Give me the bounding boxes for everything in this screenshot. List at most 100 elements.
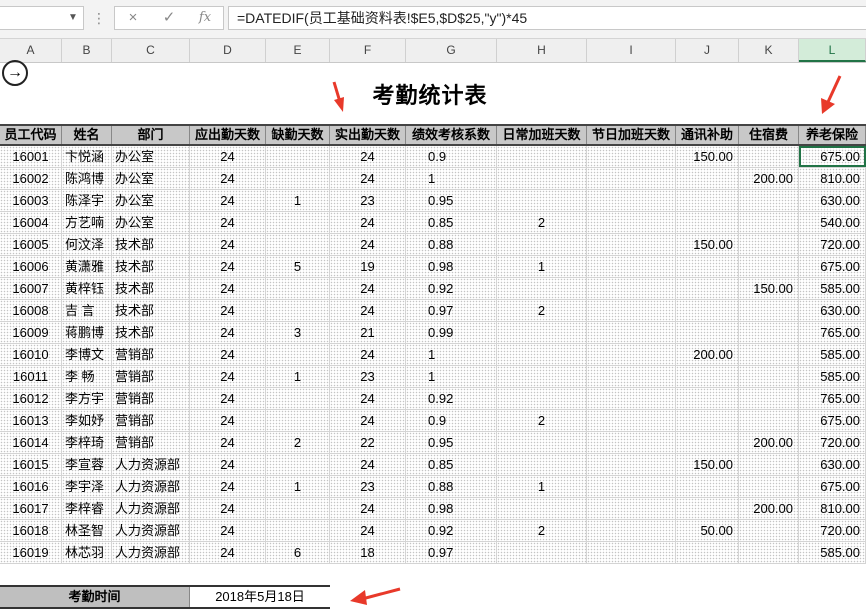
- table-cell[interactable]: 办公室: [112, 212, 190, 233]
- table-cell[interactable]: 0.95: [406, 432, 497, 453]
- table-cell[interactable]: [587, 322, 676, 343]
- table-cell[interactable]: [739, 212, 799, 233]
- table-cell[interactable]: 营销部: [112, 344, 190, 365]
- table-cell[interactable]: [676, 410, 739, 431]
- table-cell[interactable]: 150.00: [676, 146, 739, 167]
- table-cell[interactable]: 22: [330, 432, 406, 453]
- table-cell[interactable]: [739, 234, 799, 255]
- table-cell[interactable]: 24: [190, 168, 266, 189]
- table-cell[interactable]: [676, 366, 739, 387]
- table-cell[interactable]: 办公室: [112, 146, 190, 167]
- table-cell[interactable]: 200.00: [739, 432, 799, 453]
- table-cell[interactable]: [497, 366, 587, 387]
- table-cell[interactable]: 技术部: [112, 278, 190, 299]
- table-cell[interactable]: [266, 278, 330, 299]
- table-cell[interactable]: 办公室: [112, 190, 190, 211]
- header-cell[interactable]: 员工代码: [0, 126, 62, 144]
- table-cell[interactable]: 林圣智: [62, 520, 112, 541]
- table-cell[interactable]: 0.9: [406, 410, 497, 431]
- table-cell[interactable]: 765.00: [799, 388, 866, 409]
- table-cell[interactable]: 0.99: [406, 322, 497, 343]
- employee-code-cell[interactable]: 16002: [0, 168, 62, 189]
- table-cell[interactable]: 2: [266, 432, 330, 453]
- table-cell[interactable]: 24: [330, 146, 406, 167]
- column-header-h[interactable]: H: [497, 39, 587, 62]
- table-cell[interactable]: [676, 322, 739, 343]
- header-cell[interactable]: 姓名: [62, 126, 112, 144]
- table-cell[interactable]: [676, 212, 739, 233]
- table-cell[interactable]: 李梓琦: [62, 432, 112, 453]
- table-cell[interactable]: [676, 498, 739, 519]
- header-cell[interactable]: 缺勤天数: [266, 126, 330, 144]
- header-cell[interactable]: 通讯补助: [676, 126, 739, 144]
- table-cell[interactable]: 24: [330, 300, 406, 321]
- table-cell[interactable]: 1: [266, 366, 330, 387]
- insert-function-icon[interactable]: fx: [193, 7, 217, 29]
- table-cell[interactable]: [587, 454, 676, 475]
- table-cell[interactable]: 720.00: [799, 520, 866, 541]
- table-cell[interactable]: 2: [497, 520, 587, 541]
- table-cell[interactable]: [266, 454, 330, 475]
- table-cell[interactable]: [266, 498, 330, 519]
- table-cell[interactable]: 24: [190, 432, 266, 453]
- table-cell[interactable]: 810.00: [799, 168, 866, 189]
- table-cell[interactable]: [739, 366, 799, 387]
- employee-code-cell[interactable]: 16016: [0, 476, 62, 497]
- table-cell[interactable]: [497, 168, 587, 189]
- table-cell[interactable]: 0.92: [406, 278, 497, 299]
- table-cell[interactable]: 21: [330, 322, 406, 343]
- header-cell[interactable]: 应出勤天数: [190, 126, 266, 144]
- table-cell[interactable]: 李如妤: [62, 410, 112, 431]
- column-header-j[interactable]: J: [676, 39, 739, 62]
- employee-code-cell[interactable]: 16015: [0, 454, 62, 475]
- table-cell[interactable]: 2: [497, 300, 587, 321]
- table-cell[interactable]: 24: [190, 256, 266, 277]
- table-cell[interactable]: 1: [406, 344, 497, 365]
- table-cell[interactable]: [587, 366, 676, 387]
- table-cell[interactable]: [739, 388, 799, 409]
- employee-code-cell[interactable]: 16009: [0, 322, 62, 343]
- column-header-f[interactable]: F: [330, 39, 406, 62]
- table-cell[interactable]: 24: [330, 454, 406, 475]
- table-cell[interactable]: 0.95: [406, 190, 497, 211]
- table-cell[interactable]: [587, 388, 676, 409]
- table-cell[interactable]: [587, 542, 676, 563]
- table-cell[interactable]: [587, 344, 676, 365]
- table-cell[interactable]: 蒋鹏博: [62, 322, 112, 343]
- table-cell[interactable]: [587, 234, 676, 255]
- table-cell[interactable]: 24: [330, 344, 406, 365]
- table-cell[interactable]: 李 畅: [62, 366, 112, 387]
- table-cell[interactable]: [266, 410, 330, 431]
- table-cell[interactable]: 50.00: [676, 520, 739, 541]
- table-cell[interactable]: 陈泽宇: [62, 190, 112, 211]
- table-cell[interactable]: 24: [190, 300, 266, 321]
- column-header-a[interactable]: A: [0, 39, 62, 62]
- table-cell[interactable]: 200.00: [739, 498, 799, 519]
- table-cell[interactable]: [497, 146, 587, 167]
- table-cell[interactable]: [497, 190, 587, 211]
- table-cell[interactable]: 630.00: [799, 190, 866, 211]
- table-cell[interactable]: 人力资源部: [112, 498, 190, 519]
- table-cell[interactable]: [266, 234, 330, 255]
- table-cell[interactable]: [497, 542, 587, 563]
- attendance-time-value[interactable]: 2018年5月18日: [190, 587, 330, 607]
- table-cell[interactable]: 720.00: [799, 234, 866, 255]
- table-cell[interactable]: [497, 432, 587, 453]
- enter-icon[interactable]: ✓: [157, 7, 181, 29]
- formula-input[interactable]: =DATEDIF(员工基础资料表!$E5,$D$25,"y")*45: [228, 6, 866, 30]
- table-cell[interactable]: 0.97: [406, 542, 497, 563]
- table-cell[interactable]: 李博文: [62, 344, 112, 365]
- table-cell[interactable]: [587, 432, 676, 453]
- table-cell[interactable]: 19: [330, 256, 406, 277]
- table-cell[interactable]: 24: [190, 278, 266, 299]
- table-cell[interactable]: 24: [190, 498, 266, 519]
- table-cell[interactable]: 0.88: [406, 476, 497, 497]
- table-cell[interactable]: [497, 278, 587, 299]
- table-cell[interactable]: [266, 168, 330, 189]
- column-header-c[interactable]: C: [112, 39, 190, 62]
- table-cell[interactable]: 24: [190, 388, 266, 409]
- table-cell[interactable]: [676, 190, 739, 211]
- table-cell[interactable]: [676, 388, 739, 409]
- table-cell[interactable]: 技术部: [112, 256, 190, 277]
- employee-code-cell[interactable]: 16019: [0, 542, 62, 563]
